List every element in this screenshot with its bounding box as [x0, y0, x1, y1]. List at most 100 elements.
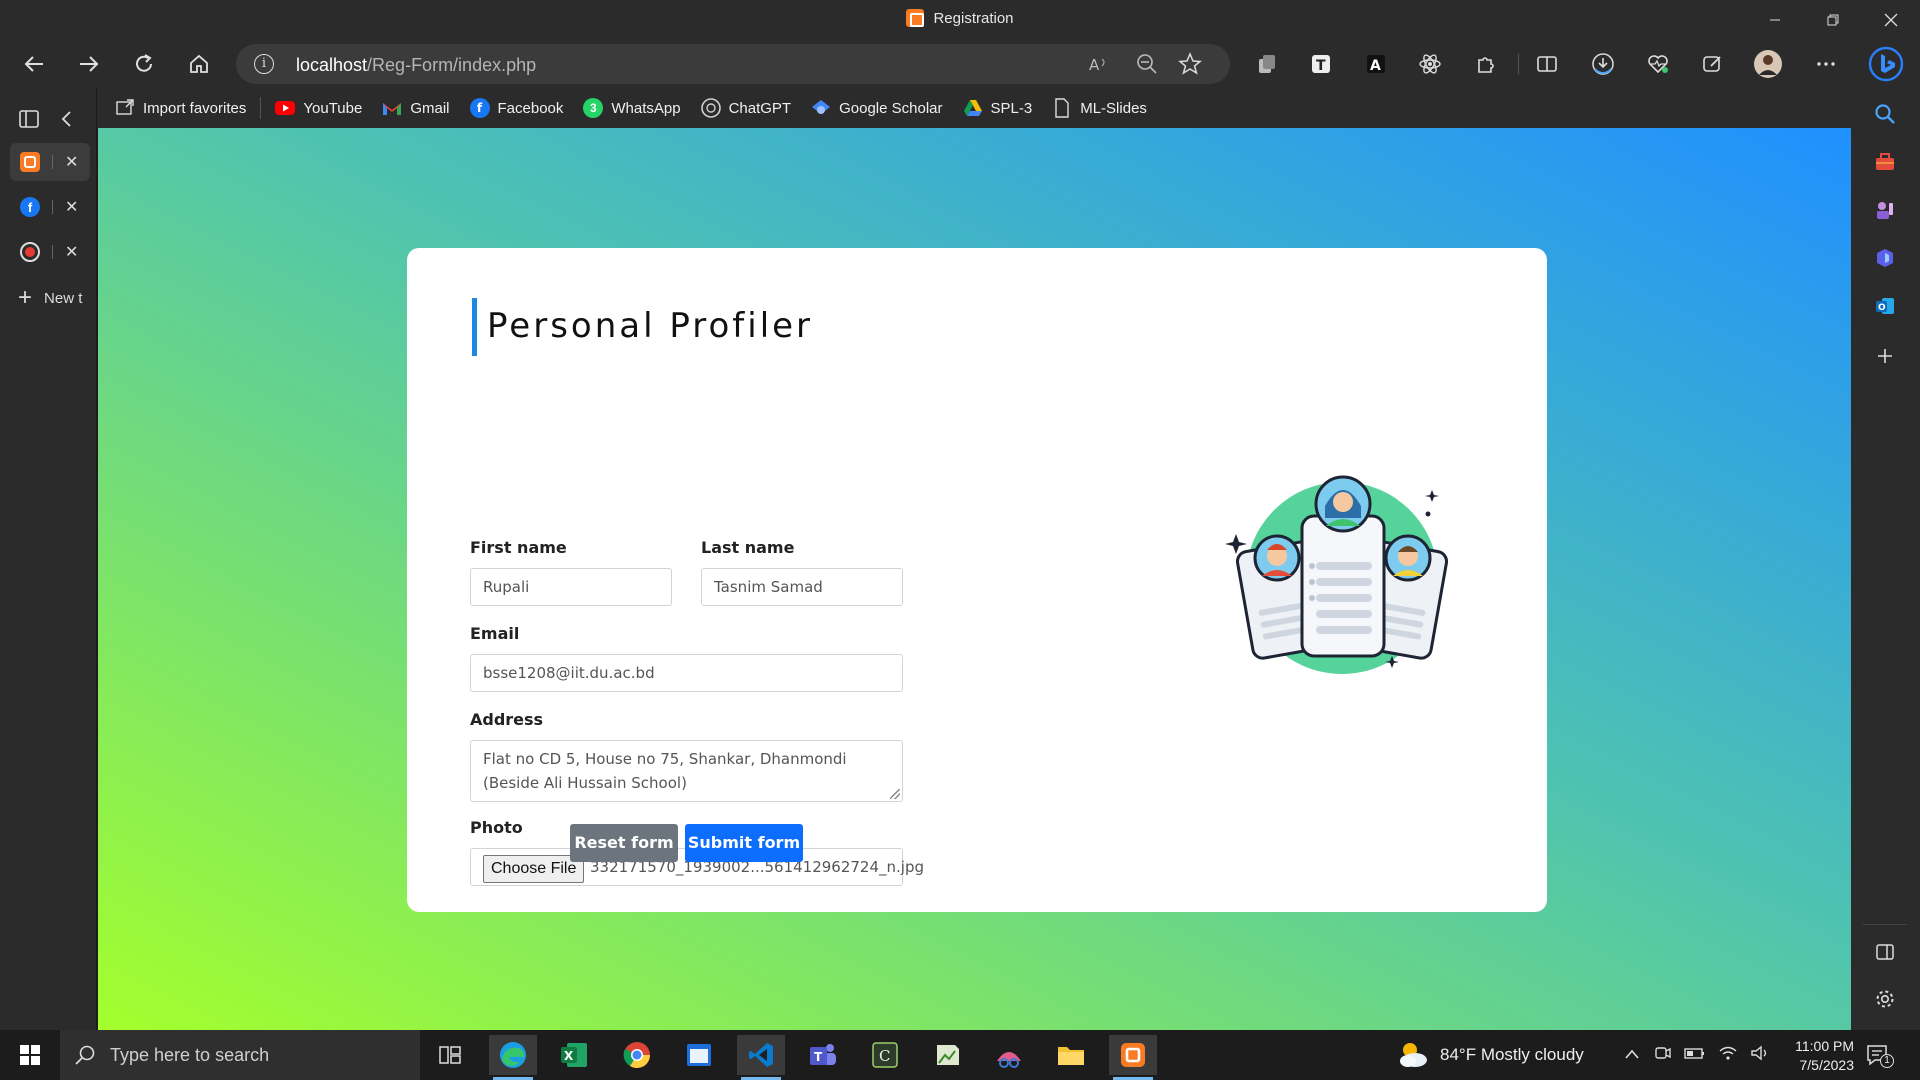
taskbar-snipping-tool[interactable]: [985, 1035, 1033, 1075]
collapse-pane-icon[interactable]: [60, 110, 74, 133]
profile-illustration: [1225, 475, 1449, 674]
chrome-icon: [623, 1042, 651, 1069]
favorite-gmail[interactable]: Gmail: [382, 98, 450, 118]
feedback-button[interactable]: [1694, 46, 1730, 82]
notifications-button[interactable]: 1: [1866, 1043, 1894, 1074]
read-aloud-icon[interactable]: A: [1086, 52, 1110, 76]
site-info-icon[interactable]: i: [254, 54, 274, 74]
taskbar-search[interactable]: Type here to search: [60, 1030, 420, 1080]
taskbar-app-chart[interactable]: [923, 1035, 971, 1075]
address-bar[interactable]: i localhost/Reg-Form/index.php A: [236, 44, 1230, 84]
vertical-tabs-pane: ✕ f ✕ ✕ + New t: [0, 88, 97, 1030]
weather-widget[interactable]: 84°F Mostly cloudy: [1396, 1030, 1584, 1080]
battery-icon[interactable]: [1684, 1045, 1706, 1065]
sidebar-tools-button[interactable]: [1867, 144, 1903, 180]
title-bar: Registration: [0, 0, 1920, 40]
tab-facebook[interactable]: f ✕: [10, 188, 90, 226]
taskbar-app-c[interactable]: C: [861, 1035, 909, 1075]
favorite-chatgpt[interactable]: ChatGPT: [700, 98, 791, 118]
plus-icon: +: [18, 284, 33, 311]
edge-icon: [500, 1042, 526, 1068]
favorite-whatsapp[interactable]: 3 WhatsApp: [583, 98, 681, 118]
last-name-input[interactable]: Tasnim Samad: [701, 568, 903, 606]
email-label: Email: [470, 624, 520, 643]
outlook-icon: O: [1876, 298, 1894, 314]
sidebar-divider: [1863, 924, 1907, 925]
favorite-facebook[interactable]: f Facebook: [469, 98, 563, 118]
heart-pulse-icon: [1648, 55, 1668, 74]
downloads-button[interactable]: [1585, 46, 1621, 82]
start-button[interactable]: [0, 1030, 60, 1080]
avatar-icon: [1754, 50, 1782, 78]
sidebar-copilot-button[interactable]: [1867, 240, 1903, 276]
sidebar-add-button[interactable]: [1867, 338, 1903, 374]
gear-icon: [1876, 990, 1894, 1008]
zoom-icon[interactable]: [1135, 52, 1159, 76]
profile-button[interactable]: [1750, 46, 1786, 82]
favorite-youtube[interactable]: YouTube: [275, 98, 362, 118]
settings-more-button[interactable]: [1808, 46, 1844, 82]
wifi-icon[interactable]: [1718, 1045, 1738, 1066]
refresh-button[interactable]: [126, 46, 162, 82]
task-view-icon: [439, 1046, 461, 1064]
registration-card: Personal Profiler First name Rupali Last…: [407, 248, 1547, 912]
bing-copilot-button[interactable]: [1866, 44, 1906, 84]
extension-a-button[interactable]: A: [1358, 46, 1394, 82]
excel-icon: X: [561, 1043, 587, 1067]
split-screen-button[interactable]: [1529, 46, 1565, 82]
browser-essentials-button[interactable]: [1640, 46, 1676, 82]
volume-icon[interactable]: [1750, 1045, 1770, 1066]
sidebar-settings-button[interactable]: [1867, 981, 1903, 1017]
address-line-1: Flat no CD 5, House no 75, Shankar, Dhan…: [483, 750, 847, 768]
extension-t-button[interactable]: T: [1303, 46, 1339, 82]
tab-actions-icon[interactable]: [18, 108, 40, 135]
tab-recording[interactable]: ✕: [10, 233, 90, 271]
close-tab-icon[interactable]: ✕: [65, 197, 78, 217]
favorite-spl-3[interactable]: SPL-3: [963, 98, 1032, 118]
home-button[interactable]: [181, 46, 217, 82]
reset-form-button[interactable]: Reset form: [570, 824, 678, 862]
forward-button[interactable]: [71, 46, 107, 82]
react-devtools-button[interactable]: [1412, 46, 1448, 82]
svg-text:O: O: [1878, 303, 1886, 313]
taskbar-edge[interactable]: [489, 1035, 537, 1080]
folder-icon: [1058, 1047, 1084, 1065]
taskbar-teams[interactable]: T: [799, 1035, 847, 1075]
svg-text:T: T: [814, 1050, 823, 1064]
sidebar-search-button[interactable]: [1867, 96, 1903, 132]
taskbar-app-window[interactable]: [675, 1035, 723, 1075]
sidebar-games-button[interactable]: [1867, 192, 1903, 228]
favorite-import[interactable]: Import favorites: [115, 98, 246, 118]
plus-icon: [1878, 349, 1892, 363]
favorite-google-scholar[interactable]: Google Scholar: [811, 98, 943, 118]
chevron-up-icon[interactable]: [1624, 1045, 1640, 1065]
restore-button[interactable]: [1804, 0, 1862, 40]
taskbar-chrome[interactable]: [613, 1035, 661, 1075]
taskbar-xampp[interactable]: [1109, 1035, 1157, 1080]
camera-icon[interactable]: [1654, 1045, 1672, 1066]
first-name-input[interactable]: Rupali: [470, 568, 672, 606]
close-tab-icon[interactable]: ✕: [65, 242, 78, 262]
extensions-button[interactable]: [1468, 46, 1504, 82]
resize-handle-icon[interactable]: [890, 789, 900, 799]
minimize-button[interactable]: [1746, 0, 1804, 40]
hide-sidebar-button[interactable]: [1867, 934, 1903, 970]
taskbar-vscode[interactable]: [737, 1035, 785, 1080]
submit-form-button[interactable]: Submit form: [685, 824, 803, 862]
address-textarea[interactable]: Flat no CD 5, House no 75, Shankar, Dhan…: [470, 740, 903, 802]
sidebar-outlook-button[interactable]: O: [1867, 288, 1903, 324]
taskbar-clock[interactable]: 11:00 PM 7/5/2023: [1795, 1037, 1854, 1075]
close-window-button[interactable]: [1862, 0, 1920, 40]
new-tab-button[interactable]: + New t: [18, 284, 82, 311]
email-input[interactable]: bsse1208@iit.du.ac.bd: [470, 654, 903, 692]
favorite-ml-slides[interactable]: ML-Slides: [1052, 98, 1147, 118]
url-text: localhost/Reg-Form/index.php: [296, 55, 537, 75]
taskbar-file-explorer[interactable]: [1047, 1035, 1095, 1075]
back-button[interactable]: [16, 46, 52, 82]
tab-registration[interactable]: ✕: [10, 143, 90, 181]
task-view-button[interactable]: [426, 1035, 474, 1075]
taskbar-excel[interactable]: X: [550, 1035, 598, 1075]
favorite-star-icon[interactable]: [1178, 52, 1202, 76]
collections-button[interactable]: [1248, 46, 1284, 82]
close-tab-icon[interactable]: ✕: [65, 152, 78, 172]
